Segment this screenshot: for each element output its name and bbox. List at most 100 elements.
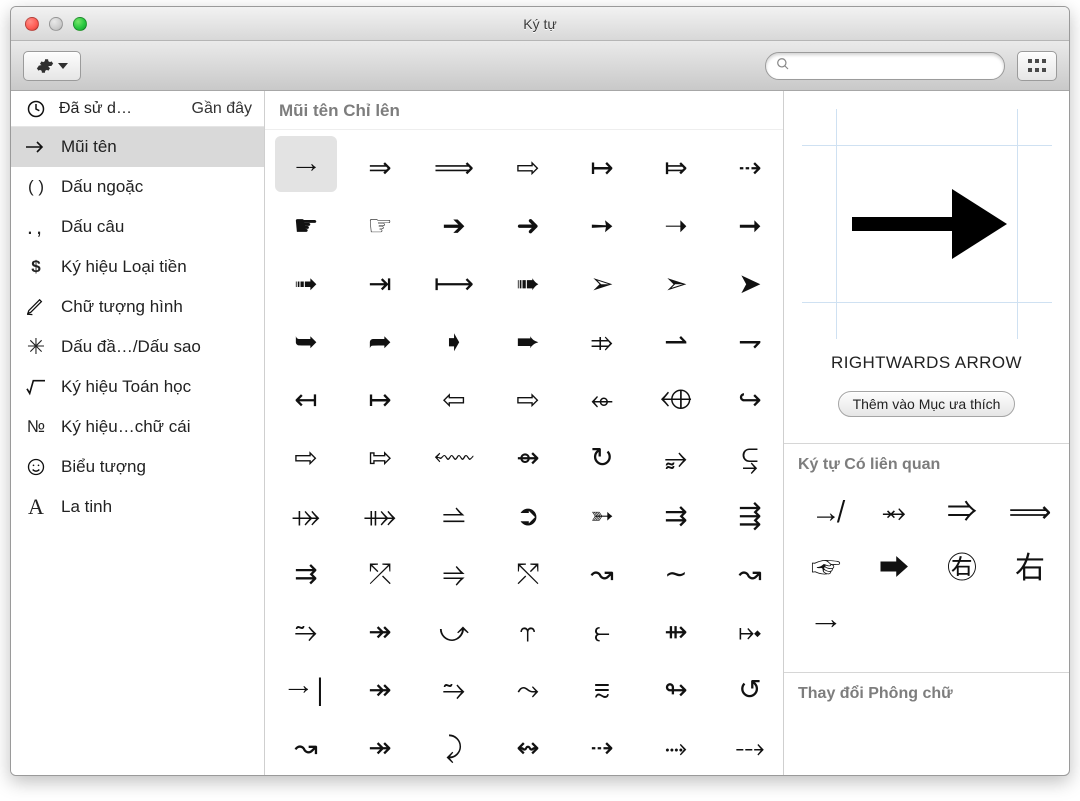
character-cell[interactable]: ➟ — [275, 252, 337, 308]
character-cell[interactable]: ⩳ — [571, 658, 633, 714]
character-cell[interactable]: ➞ — [719, 194, 781, 250]
sidebar-item-pencil[interactable]: Chữ tượng hình — [11, 287, 264, 327]
character-cell[interactable]: →| — [275, 658, 337, 714]
sidebar-item-latin[interactable]: ALa tinh — [11, 487, 264, 527]
character-cell[interactable]: ⤻ — [423, 600, 485, 656]
sidebar-item-sqrt[interactable]: Ký hiệu Toán học — [11, 367, 264, 407]
character-cell[interactable]: ➝ — [645, 194, 707, 250]
character-cell[interactable]: ➤ — [719, 252, 781, 308]
sidebar-item-numero[interactable]: №Ký hiệu…chữ cái — [11, 407, 264, 447]
character-cell[interactable]: ⤳ — [497, 658, 559, 714]
character-cell[interactable]: ➣ — [645, 252, 707, 308]
character-cell[interactable]: ↻ — [571, 426, 633, 482]
character-cell[interactable]: ↝ — [275, 716, 337, 772]
character-cell[interactable]: ⇨ — [275, 426, 337, 482]
sidebar-item-punct[interactable]: .,Dấu câu — [11, 207, 264, 247]
character-cell[interactable]: ⥾ — [497, 600, 559, 656]
character-cell[interactable]: ➢ — [571, 252, 633, 308]
character-cell[interactable]: ➠ — [497, 252, 559, 308]
character-cell[interactable]: ⟹ — [423, 136, 485, 192]
grid-scroll[interactable]: →⇒⟹⇨↦⤇⇢☛☞➔➜➙➝➞➟⇥⟼➠➢➣➤➥➦➧➨⤃⇀⇁↤↦⇦⇨⬰⬲↪⇨⇰⬳⇴↻… — [265, 130, 783, 775]
character-cell[interactable]: ⤀ — [275, 484, 337, 540]
related-character[interactable]: ⥇ — [866, 484, 922, 534]
sidebar-recent-header[interactable]: Đã sử d… Gần đây — [11, 91, 264, 127]
character-cell[interactable]: ➙ — [571, 194, 633, 250]
sidebar-item-smile[interactable]: Biểu tượng — [11, 447, 264, 487]
character-cell[interactable]: ⥲ — [275, 600, 337, 656]
related-character[interactable]: ⟹ — [1002, 484, 1058, 534]
character-cell[interactable]: ⥵ — [645, 426, 707, 482]
character-cell[interactable]: ↭ — [497, 716, 559, 772]
character-cell[interactable]: ↠ — [349, 716, 411, 772]
character-cell[interactable]: ⇢ — [571, 716, 633, 772]
character-cell[interactable]: ⇰ — [349, 426, 411, 482]
sidebar-item-paren[interactable]: ( )Dấu ngoặc — [11, 167, 264, 207]
grid-view-button[interactable] — [1017, 51, 1057, 81]
character-cell[interactable]: ↝ — [571, 542, 633, 598]
related-character[interactable]: ⇒ — [934, 484, 990, 534]
character-cell[interactable]: ↦ — [571, 136, 633, 192]
related-character[interactable]: 右 — [1002, 540, 1058, 590]
character-cell[interactable]: ⇒ — [349, 136, 411, 192]
character-cell[interactable]: ↝ — [719, 542, 781, 598]
character-cell[interactable]: ⟼ — [423, 252, 485, 308]
character-cell[interactable]: ➨ — [497, 310, 559, 366]
character-cell[interactable]: ➜ — [497, 194, 559, 250]
character-cell[interactable]: ↪ — [719, 368, 781, 424]
character-cell[interactable]: ➥ — [275, 310, 337, 366]
character-cell[interactable]: ⇁ — [719, 310, 781, 366]
character-cell[interactable]: ➔ — [423, 194, 485, 250]
character-cell[interactable]: ⥼ — [571, 600, 633, 656]
character-cell[interactable]: ➳ — [571, 484, 633, 540]
character-cell[interactable]: ⤑ — [645, 716, 707, 772]
character-cell[interactable]: ☞ — [349, 194, 411, 250]
character-cell[interactable]: ⬰ — [571, 368, 633, 424]
character-cell[interactable]: ➲ — [497, 484, 559, 540]
character-cell[interactable]: ⇶ — [719, 484, 781, 540]
character-cell[interactable]: ⥹ — [719, 426, 781, 482]
character-cell[interactable]: ⇥ — [349, 252, 411, 308]
character-cell[interactable]: ⇉ — [275, 542, 337, 598]
add-favorite-button[interactable]: Thêm vào Mục ưa thích — [838, 391, 1016, 417]
character-cell[interactable]: ⤃ — [571, 310, 633, 366]
character-cell[interactable]: ⇦ — [423, 368, 485, 424]
character-cell[interactable]: ↦ — [349, 368, 411, 424]
search-field[interactable] — [765, 52, 1005, 80]
character-cell[interactable]: ⇉ — [645, 484, 707, 540]
character-cell[interactable]: ⇨ — [497, 368, 559, 424]
character-cell[interactable]: ↠ — [349, 600, 411, 656]
character-cell[interactable]: ⤲ — [497, 542, 559, 598]
sidebar-item-arrow[interactable]: Mũi tên — [11, 127, 264, 167]
sidebar-item-asterisk[interactable]: ✳Dấu đầ…/Dấu sao — [11, 327, 264, 367]
character-cell[interactable]: ⇻ — [645, 600, 707, 656]
related-character[interactable]: ㊨ — [934, 540, 990, 590]
character-cell[interactable]: ↤ — [275, 368, 337, 424]
character-cell[interactable]: ⇴ — [497, 426, 559, 482]
related-character[interactable]: ↛ — [798, 484, 854, 534]
character-cell[interactable]: ⇀ — [645, 310, 707, 366]
character-cell[interactable]: ⬳ — [423, 426, 485, 482]
character-cell[interactable]: ⥤ — [423, 542, 485, 598]
character-cell[interactable]: ⤇ — [645, 136, 707, 192]
search-input[interactable] — [796, 57, 994, 74]
character-cell[interactable]: ⤸ — [423, 716, 485, 772]
character-cell[interactable]: ⇨ — [497, 136, 559, 192]
character-cell[interactable]: ∼ — [645, 542, 707, 598]
character-cell[interactable]: → — [275, 136, 337, 192]
sidebar-item-dollar[interactable]: $Ký hiệu Loại tiền — [11, 247, 264, 287]
character-cell[interactable]: ⥲ — [423, 658, 485, 714]
character-cell[interactable]: ↠ — [349, 658, 411, 714]
character-cell[interactable]: ⇢ — [719, 136, 781, 192]
character-cell[interactable]: ⥬ — [423, 484, 485, 540]
character-cell[interactable]: ⤱ — [349, 542, 411, 598]
character-cell[interactable]: ⤁ — [349, 484, 411, 540]
character-cell[interactable]: ➧ — [423, 310, 485, 366]
character-cell[interactable]: ➦ — [349, 310, 411, 366]
actions-menu-button[interactable] — [23, 51, 81, 81]
related-character[interactable]: ➡ — [866, 540, 922, 590]
character-cell[interactable]: ↺ — [719, 658, 781, 714]
character-cell[interactable]: ⤠ — [719, 600, 781, 656]
related-character[interactable]: ☞ — [798, 540, 854, 590]
character-cell[interactable]: ☛ — [275, 194, 337, 250]
related-character[interactable]: → — [798, 596, 854, 646]
